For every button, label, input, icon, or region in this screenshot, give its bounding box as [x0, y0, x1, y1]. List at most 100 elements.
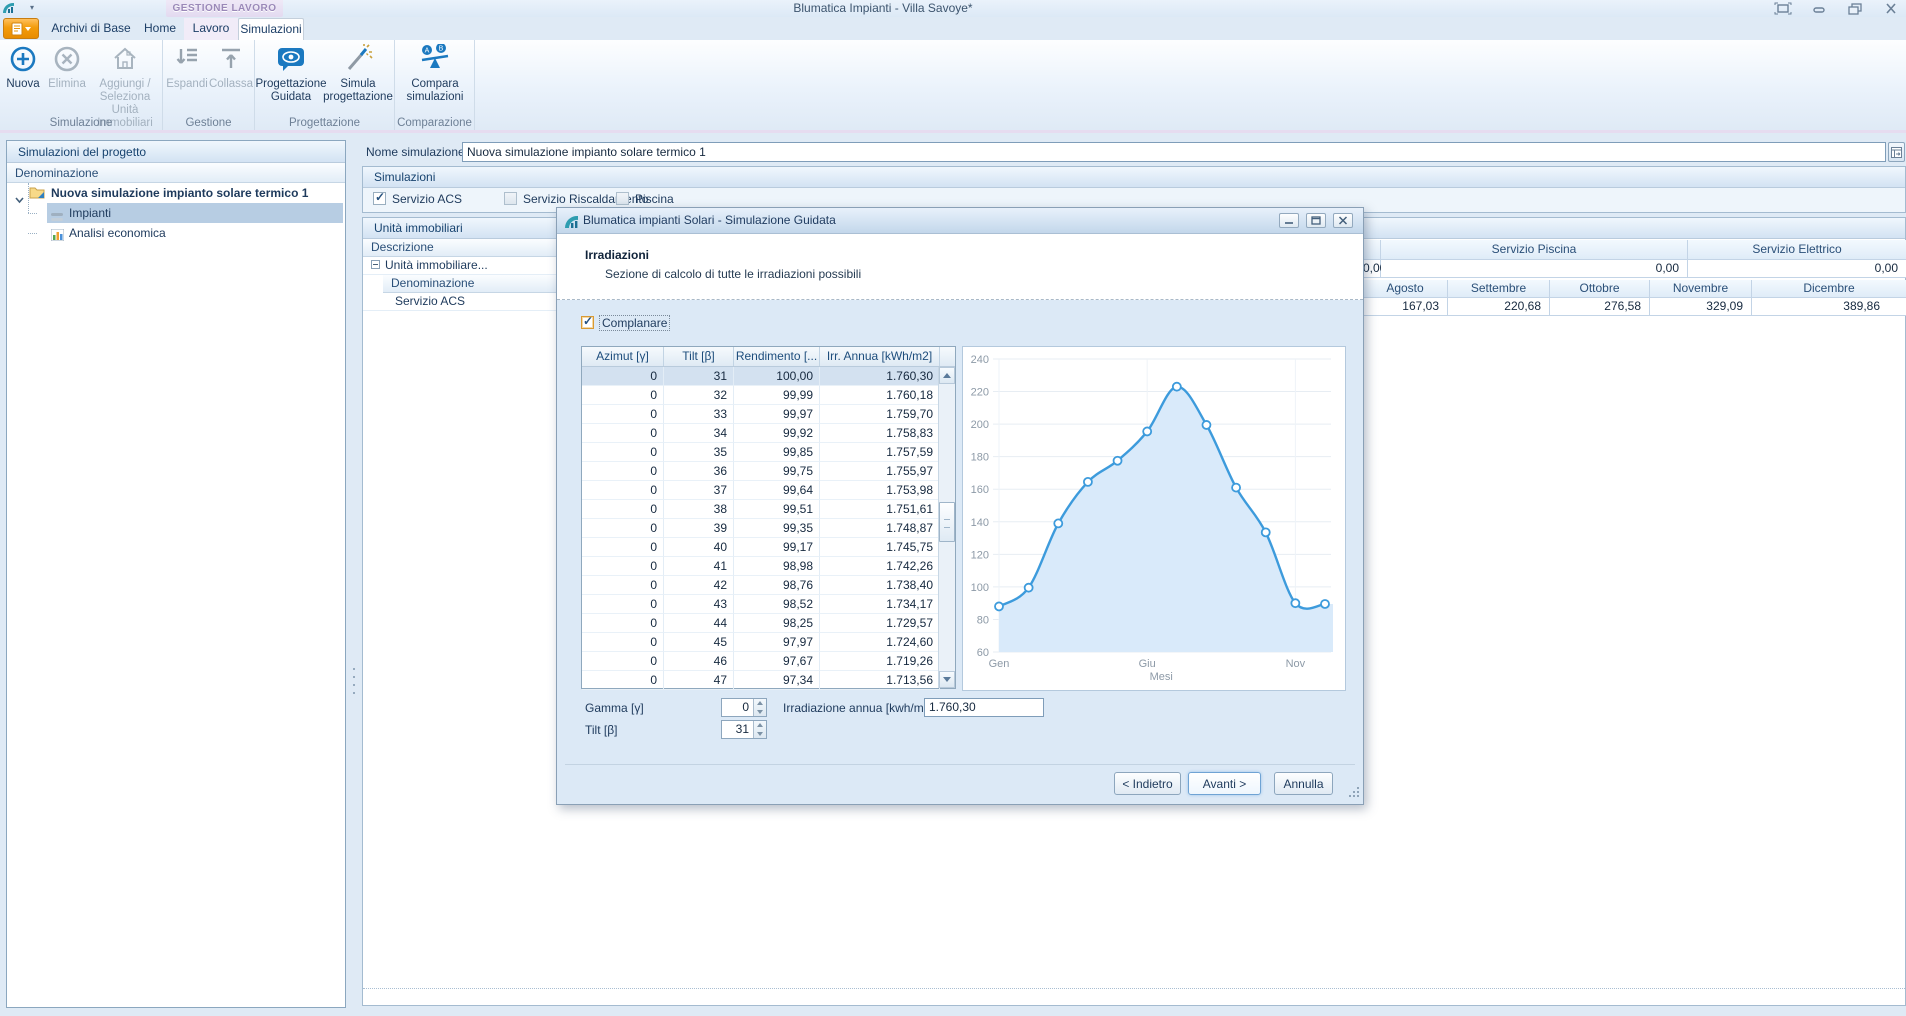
spin-down-icon[interactable] — [754, 708, 766, 717]
col-irr-annua[interactable]: Irr. Annua [kWh/m2] — [820, 347, 940, 366]
servizio-elettrico-header[interactable]: Servizio Elettrico — [1688, 240, 1906, 260]
simulations-tree: Nuova simulazione impianto solare termic… — [7, 183, 345, 243]
y-tick-label: 120 — [971, 549, 989, 561]
y-tick-label: 180 — [971, 452, 989, 464]
indietro-button[interactable]: < Indietro — [1114, 772, 1181, 795]
irradiation-table-row[interactable]: 031100,001.760,30 — [582, 367, 955, 386]
ribbon-group-simulazione: Nuova Elimina Aggiungi / SelezionaUnità … — [0, 40, 163, 130]
tree-column-header[interactable]: Denominazione — [7, 163, 345, 183]
restore-button[interactable] — [1846, 2, 1864, 15]
irradiation-table-row[interactable]: 04597,971.724,60 — [582, 633, 955, 652]
fullscreen-button[interactable] — [1774, 2, 1792, 15]
collapse-minus-icon[interactable] — [371, 260, 380, 269]
col-azimut[interactable]: Azimut [γ] — [582, 347, 664, 366]
cell-azimut: 0 — [582, 405, 664, 424]
servizio-piscina-header[interactable]: Servizio Piscina — [1381, 240, 1688, 260]
scrollbar-thumb[interactable] — [939, 502, 955, 542]
month-header[interactable]: Ottobre — [1550, 280, 1650, 298]
servizio-piscina-value: 0,00 — [1381, 260, 1688, 278]
espandi-button[interactable]: Espandi — [165, 42, 209, 114]
file-menu-caret-icon — [25, 27, 31, 31]
tab-lavoro[interactable]: Lavoro — [184, 18, 238, 40]
tab-simulazioni[interactable]: Simulazioni — [238, 18, 304, 40]
irradiation-table-row[interactable]: 03699,751.755,97 — [582, 462, 955, 481]
aggiungi-seleziona-button[interactable]: Aggiungi / SelezionaUnità Immobiliari — [88, 42, 162, 114]
dialog-maximize-button[interactable] — [1306, 213, 1326, 228]
irradiation-table-row[interactable]: 04797,341.713,56 — [582, 671, 955, 690]
data-point — [995, 602, 1003, 610]
nuova-button[interactable]: Nuova — [2, 42, 44, 114]
spin-up-icon[interactable] — [754, 699, 766, 708]
close-button[interactable] — [1882, 2, 1900, 15]
gamma-label: Gamma [γ] — [585, 701, 644, 715]
tree-item-root[interactable]: Nuova simulazione impianto solare termic… — [7, 183, 345, 203]
tilt-spinner[interactable]: 31 — [721, 720, 767, 739]
gamma-spinner[interactable]: 0 — [721, 698, 767, 717]
elimina-button[interactable]: Elimina — [46, 42, 88, 114]
table-scrollbar[interactable] — [938, 367, 955, 688]
tree-item-analisi-economica[interactable]: Analisi economica — [7, 223, 345, 243]
layout-button[interactable] — [1888, 142, 1905, 162]
irradiation-table-row[interactable]: 04298,761.738,40 — [582, 576, 955, 595]
data-point — [1054, 519, 1062, 527]
irradiation-table-row[interactable]: 04198,981.742,26 — [582, 557, 955, 576]
compara-simulazioni-button[interactable]: AB Comparasimulazioni — [400, 42, 470, 114]
month-header[interactable]: Agosto — [1363, 280, 1448, 298]
irradiation-table-row[interactable]: 03599,851.757,59 — [582, 443, 955, 462]
avanti-button[interactable]: Avanti > — [1188, 772, 1261, 795]
cell-azimut: 0 — [582, 595, 664, 614]
cell-rendimento: 97,97 — [734, 633, 820, 652]
nome-simulazione-input[interactable] — [462, 142, 1886, 162]
cell-irr: 1.757,59 — [820, 443, 940, 462]
irradiation-table-row[interactable]: 03799,641.753,98 — [582, 481, 955, 500]
col-tilt[interactable]: Tilt [β] — [664, 347, 734, 366]
file-menu-button[interactable] — [3, 18, 39, 39]
progettazione-guidata-button[interactable]: ProgettazioneGuidata — [259, 42, 323, 114]
resize-grip[interactable] — [1349, 787, 1360, 801]
spin-down-icon[interactable] — [754, 730, 766, 739]
tree-item-impianti[interactable]: Impianti — [7, 203, 345, 223]
servizio-acs-checkbox[interactable] — [373, 192, 386, 205]
dialog-close-button[interactable] — [1333, 213, 1353, 228]
irradiation-table-row[interactable]: 03499,921.758,83 — [582, 424, 955, 443]
data-point — [1262, 528, 1270, 536]
col-rendimento[interactable]: Rendimento [... — [734, 347, 820, 366]
month-value: 329,09 — [1650, 298, 1752, 316]
balance-scale-icon: AB — [418, 44, 452, 76]
ribbon-tab-row: Archivi di Base Home Lavoro Simulazioni — [0, 17, 1906, 40]
piscina-checkbox[interactable] — [616, 192, 629, 205]
panel-splitter[interactable] — [346, 140, 362, 1008]
irradiation-table-row[interactable]: 04697,671.719,26 — [582, 652, 955, 671]
simula-progettazione-button[interactable]: Simulaprogettazione — [325, 42, 391, 114]
complanare-checkbox[interactable] — [581, 316, 594, 329]
tab-archivi-di-base[interactable]: Archivi di Base — [46, 18, 136, 40]
irradiation-table-row[interactable]: 03999,351.748,87 — [582, 519, 955, 538]
dialog-titlebar[interactable]: Blumatica impianti Solari - Simulazione … — [557, 208, 1363, 234]
month-header[interactable]: Dicembre — [1752, 280, 1906, 298]
collapse-all-icon-button[interactable]: Collassa — [209, 42, 253, 114]
group-label-progettazione: Progettazione — [255, 117, 394, 129]
cell-rendimento: 99,99 — [734, 386, 820, 405]
servizio-riscaldamento-checkbox[interactable] — [504, 192, 517, 205]
irradiazione-annua-value[interactable]: 1.760,30 — [924, 698, 1044, 717]
minimize-button[interactable] — [1810, 2, 1828, 15]
scroll-up-button[interactable] — [939, 367, 955, 384]
cell-rendimento: 98,98 — [734, 557, 820, 576]
irradiation-table-row[interactable]: 04398,521.734,17 — [582, 595, 955, 614]
irradiation-table-row[interactable]: 03399,971.759,70 — [582, 405, 955, 424]
irradiation-table-row[interactable]: 03899,511.751,61 — [582, 500, 955, 519]
add-circle-icon — [8, 44, 38, 76]
irradiation-table-row[interactable]: 04498,251.729,57 — [582, 614, 955, 633]
month-header[interactable]: Novembre — [1650, 280, 1752, 298]
scroll-down-button[interactable] — [939, 671, 955, 688]
month-header[interactable]: Settembre — [1448, 280, 1550, 298]
cell-tilt: 44 — [664, 614, 734, 633]
irradiation-table-row[interactable]: 03299,991.760,18 — [582, 386, 955, 405]
month-value: 389,86 — [1752, 298, 1906, 316]
tab-home[interactable]: Home — [136, 18, 184, 40]
spin-up-icon[interactable] — [754, 721, 766, 730]
annulla-button[interactable]: Annulla — [1274, 772, 1333, 795]
cell-azimut: 0 — [582, 576, 664, 595]
irradiation-table-row[interactable]: 04099,171.745,75 — [582, 538, 955, 557]
dialog-minimize-button[interactable] — [1279, 213, 1299, 228]
